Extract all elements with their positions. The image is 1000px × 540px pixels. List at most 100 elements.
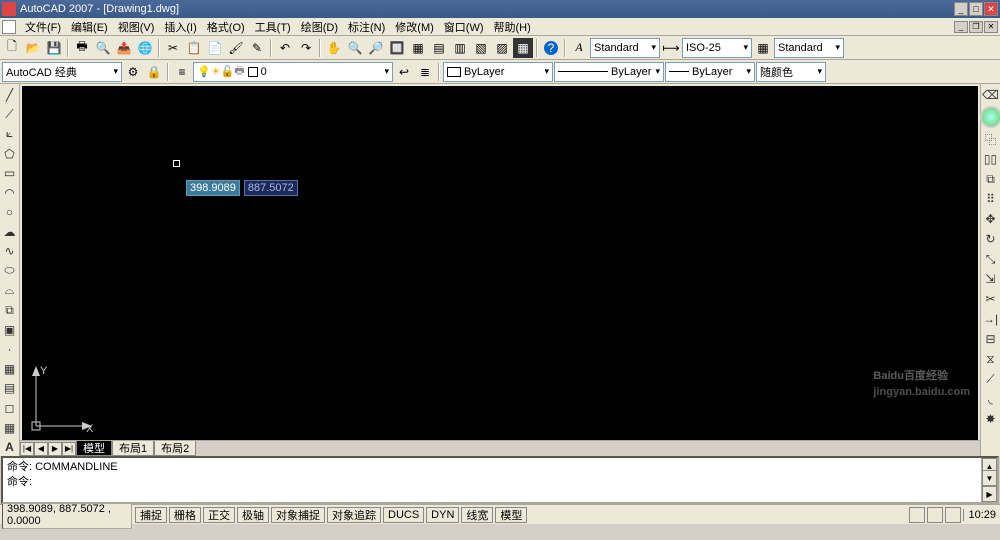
menu-edit[interactable]: 编辑(E) (66, 19, 113, 35)
sheet-set-button[interactable]: ▧ (471, 38, 491, 58)
plot-preview-button[interactable] (93, 38, 113, 58)
ellipse-arc-tool[interactable]: ⌓ (1, 282, 19, 300)
textstyle-dropdown[interactable]: Standard (590, 38, 660, 58)
zoom-window-button[interactable]: 🔲 (387, 38, 407, 58)
fillet-tool[interactable]: ◟ (982, 390, 1000, 408)
layer-previous-button[interactable]: ↩ (394, 62, 414, 82)
menu-help[interactable]: 帮助(H) (489, 19, 536, 35)
make-block-tool[interactable]: ▣ (1, 321, 19, 339)
block-editor-button[interactable]: ✎ (247, 38, 267, 58)
workspace-lock-button[interactable]: 🔒 (144, 62, 164, 82)
ortho-toggle[interactable]: 正交 (203, 507, 235, 523)
comm-center-icon[interactable] (909, 507, 925, 523)
lwt-toggle[interactable]: 线宽 (461, 507, 493, 523)
close-button[interactable]: ✕ (984, 2, 998, 16)
explode-tool[interactable]: ✸ (982, 410, 1000, 428)
undo-button[interactable] (275, 38, 295, 58)
menu-window[interactable]: 窗口(W) (439, 19, 489, 35)
rectangle-tool[interactable]: ▭ (1, 164, 19, 182)
linetype-dropdown[interactable]: ByLayer (554, 62, 664, 82)
open-button[interactable] (23, 38, 43, 58)
tablestyle-icon[interactable]: ▦ (753, 38, 773, 58)
drawing-canvas[interactable]: 398.9089 887.5072 Y X Baidu百度经验 jingyan.… (22, 86, 978, 440)
layer-manager-button[interactable]: ≡ (172, 62, 192, 82)
menu-dimension[interactable]: 标注(N) (343, 19, 390, 35)
construction-line-tool[interactable]: ⟋ (1, 106, 19, 124)
dimstyle-icon[interactable]: ⟼ (661, 38, 681, 58)
new-button[interactable] (2, 38, 22, 58)
pan-button[interactable] (324, 38, 344, 58)
help-button[interactable] (541, 38, 561, 58)
scroll-right-button[interactable]: ▶ (982, 486, 997, 502)
tray-settings-icon[interactable] (945, 507, 961, 523)
menu-insert[interactable]: 插入(I) (159, 19, 201, 35)
polar-toggle[interactable]: 极轴 (237, 507, 269, 523)
hatch-tool[interactable]: ▦ (1, 360, 19, 378)
polygon-tool[interactable]: ⬠ (1, 145, 19, 163)
command-scrollbar[interactable]: ▲ ▼ ▶ (981, 458, 997, 502)
menu-draw[interactable]: 绘图(D) (296, 19, 343, 35)
snap-toggle[interactable]: 捕捉 (135, 507, 167, 523)
tool-palettes-button[interactable]: ▥ (450, 38, 470, 58)
tool-palettes-orb[interactable] (980, 106, 1000, 128)
tab-model[interactable]: 模型 (76, 441, 112, 456)
publish-web-button[interactable]: 🌐 (135, 38, 155, 58)
circle-tool[interactable]: ○ (1, 203, 19, 221)
menu-modify[interactable]: 修改(M) (390, 19, 439, 35)
spline-tool[interactable]: ∿ (1, 243, 19, 261)
table-tool[interactable]: ▦ (1, 419, 19, 437)
workspace-settings-button[interactable]: ⚙ (123, 62, 143, 82)
copy-button[interactable] (184, 38, 204, 58)
lock-icon[interactable] (927, 507, 943, 523)
layer-states-button[interactable]: ≣ (415, 62, 435, 82)
markup-button[interactable]: ▨ (492, 38, 512, 58)
line-tool[interactable]: ╱ (1, 86, 19, 104)
save-button[interactable] (44, 38, 64, 58)
coordinates-display[interactable]: 398.9089, 887.5072 , 0.0000 (2, 501, 132, 529)
tab-next-button[interactable]: ▶ (48, 442, 62, 456)
properties-button[interactable]: ▦ (408, 38, 428, 58)
polyline-tool[interactable]: ⟀ (1, 125, 19, 143)
scroll-down-button[interactable]: ▼ (982, 470, 997, 486)
doc-close-button[interactable]: ✕ (984, 21, 998, 33)
ellipse-tool[interactable]: ⬭ (1, 262, 19, 280)
chamfer-tool[interactable]: ⟋ (982, 370, 1000, 388)
match-properties-button[interactable] (226, 38, 246, 58)
region-tool[interactable]: ◻ (1, 399, 19, 417)
insert-block-tool[interactable]: ⧉ (1, 301, 19, 319)
grid-toggle[interactable]: 栅格 (169, 507, 201, 523)
menu-tools[interactable]: 工具(T) (250, 19, 296, 35)
copy-tool[interactable]: ⿻ (982, 130, 1000, 148)
command-line[interactable]: 命令: COMMANDLINE 命令: ▲ ▼ ▶ (1, 456, 999, 504)
point-tool[interactable]: · (1, 341, 19, 359)
design-center-button[interactable]: ▤ (429, 38, 449, 58)
osnap-toggle[interactable]: 对象捕捉 (271, 507, 325, 523)
ducs-toggle[interactable]: DUCS (383, 507, 424, 523)
menu-format[interactable]: 格式(O) (202, 19, 250, 35)
redo-button[interactable] (296, 38, 316, 58)
dynamic-input-y[interactable]: 887.5072 (244, 180, 298, 196)
quickcalc-button[interactable]: ▦ (513, 38, 533, 58)
array-tool[interactable]: ⠿ (982, 190, 1000, 208)
menu-view[interactable]: 视图(V) (113, 19, 160, 35)
tab-layout1[interactable]: 布局1 (112, 441, 154, 456)
zoom-realtime-button[interactable] (345, 38, 365, 58)
publish-button[interactable] (114, 38, 134, 58)
gradient-tool[interactable]: ▤ (1, 380, 19, 398)
minimize-button[interactable]: _ (954, 2, 968, 16)
extend-tool[interactable]: →| (982, 310, 1000, 328)
paste-button[interactable] (205, 38, 225, 58)
trim-tool[interactable]: ✂ (982, 290, 1000, 308)
scale-tool[interactable]: ⤡ (982, 250, 1000, 268)
doc-minimize-button[interactable]: _ (954, 21, 968, 33)
model-toggle[interactable]: 模型 (495, 507, 527, 523)
erase-tool[interactable]: ⌫ (982, 86, 1000, 104)
tablestyle-dropdown[interactable]: Standard (774, 38, 844, 58)
rotate-tool[interactable]: ↻ (982, 230, 1000, 248)
cut-button[interactable] (163, 38, 183, 58)
offset-tool[interactable]: ⧉ (982, 170, 1000, 188)
print-button[interactable] (72, 38, 92, 58)
revision-cloud-tool[interactable]: ☁ (1, 223, 19, 241)
stretch-tool[interactable]: ⇲ (982, 270, 1000, 288)
tab-layout2[interactable]: 布局2 (154, 441, 196, 456)
